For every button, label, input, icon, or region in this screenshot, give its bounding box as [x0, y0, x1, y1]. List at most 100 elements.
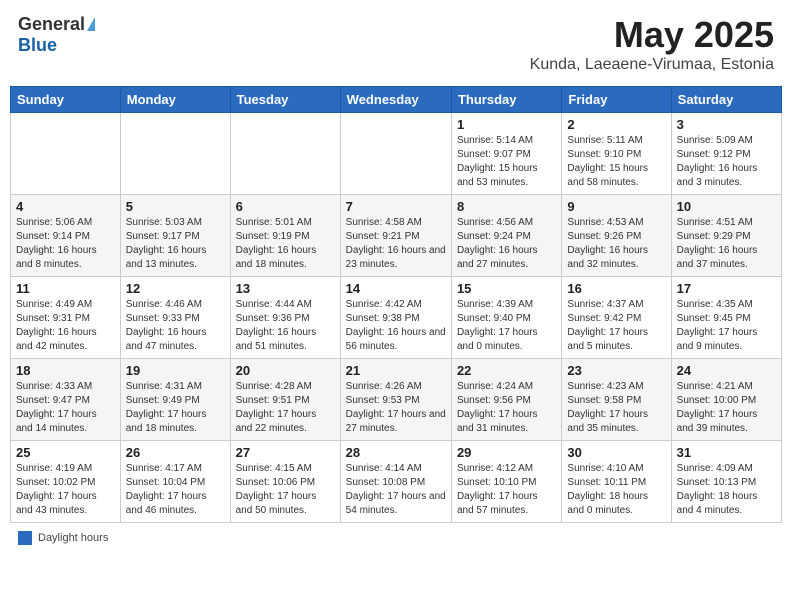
calendar-cell — [230, 113, 340, 195]
legend-label: Daylight hours — [38, 532, 108, 544]
day-info: Sunrise: 4:21 AM Sunset: 10:00 PM Daylig… — [677, 380, 776, 436]
day-info: Sunrise: 5:06 AM Sunset: 9:14 PM Dayligh… — [16, 216, 115, 272]
calendar-cell: 12Sunrise: 4:46 AM Sunset: 9:33 PM Dayli… — [120, 277, 230, 359]
calendar-table: SundayMondayTuesdayWednesdayThursdayFrid… — [10, 86, 782, 523]
calendar-cell: 10 Sunrise: 4:51 AM Sunset: 9:29 PM Dayli… — [671, 195, 781, 277]
day-info: Sunrise: 4:26 AM Sunset: 9:53 PM Dayligh… — [346, 380, 446, 436]
day-number: 6 — [236, 199, 335, 214]
day-number: 8 — [457, 199, 556, 214]
day-info: Sunrise: 5:03 AM Sunset: 9:17 PM Dayligh… — [126, 216, 225, 272]
weekday-header-monday: Monday — [120, 87, 230, 113]
day-number: 26 — [126, 445, 225, 460]
day-number: 17 — [677, 281, 776, 296]
day-number: 10 — [677, 199, 776, 214]
day-number: 11 — [16, 281, 115, 296]
day-info: Sunrise: 4:42 AM Sunset: 9:38 PM Dayligh… — [346, 298, 446, 354]
calendar-week-4: 18Sunrise: 4:33 AM Sunset: 9:47 PM Dayli… — [11, 359, 782, 441]
day-number: 22 — [457, 363, 556, 378]
day-number: 3 — [677, 117, 776, 132]
day-number: 27 — [236, 445, 335, 460]
calendar-cell: 20Sunrise: 4:28 AM Sunset: 9:51 PM Dayli… — [230, 359, 340, 441]
calendar-cell: 9Sunrise: 4:53 AM Sunset: 9:26 PM Daylig… — [562, 195, 671, 277]
day-number: 16 — [567, 281, 665, 296]
day-number: 29 — [457, 445, 556, 460]
calendar-cell: 13 Sunrise: 4:44 AM Sunset: 9:36 PM Dayli… — [230, 277, 340, 359]
calendar-cell: 17 Sunrise: 4:35 AM Sunset: 9:45 PM Dayli… — [671, 277, 781, 359]
day-info: Sunrise: 4:15 AM Sunset: 10:06 PM Daylig… — [236, 462, 335, 518]
day-info: Sunrise: 4:35 AM Sunset: 9:45 PM Dayligh… — [677, 298, 776, 354]
weekday-header-wednesday: Wednesday — [340, 87, 451, 113]
weekday-header-row: SundayMondayTuesdayWednesdayThursdayFrid… — [11, 87, 782, 113]
day-number: 14 — [346, 281, 446, 296]
legend-box — [18, 531, 32, 545]
day-number: 18 — [16, 363, 115, 378]
day-number: 31 — [677, 445, 776, 460]
day-number: 7 — [346, 199, 446, 214]
weekday-header-tuesday: Tuesday — [230, 87, 340, 113]
calendar-cell: 29 Sunrise: 4:12 AM Sunset: 10:10 PM Dayl… — [451, 441, 561, 523]
day-info: Sunrise: 4:51 AM Sunset: 9:29 PM Dayligh… — [677, 216, 776, 272]
calendar-cell: 11 Sunrise: 4:49 AM Sunset: 9:31 PM Dayli… — [11, 277, 121, 359]
calendar-cell: 23Sunrise: 4:23 AM Sunset: 9:58 PM Dayli… — [562, 359, 671, 441]
day-info: Sunrise: 4:17 AM Sunset: 10:04 PM Daylig… — [126, 462, 225, 518]
day-info: Sunrise: 4:19 AM Sunset: 10:02 PM Daylig… — [16, 462, 115, 518]
day-info: Sunrise: 4:24 AM Sunset: 9:56 PM Dayligh… — [457, 380, 556, 436]
day-info: Sunrise: 5:14 AM Sunset: 9:07 PM Dayligh… — [457, 134, 556, 190]
day-number: 15 — [457, 281, 556, 296]
calendar-week-1: 1 Sunrise: 5:14 AM Sunset: 9:07 PM Daylig… — [11, 113, 782, 195]
day-info: Sunrise: 4:37 AM Sunset: 9:42 PM Dayligh… — [567, 298, 665, 354]
day-number: 1 — [457, 117, 556, 132]
logo: General Blue — [18, 14, 95, 56]
calendar-week-5: 25 Sunrise: 4:19 AM Sunset: 10:02 PM Dayl… — [11, 441, 782, 523]
day-info: Sunrise: 4:39 AM Sunset: 9:40 PM Dayligh… — [457, 298, 556, 354]
calendar-cell: 7 Sunrise: 4:58 AM Sunset: 9:21 PM Daylig… — [340, 195, 451, 277]
weekday-header-friday: Friday — [562, 87, 671, 113]
calendar-cell: 22 Sunrise: 4:24 AM Sunset: 9:56 PM Dayli… — [451, 359, 561, 441]
day-number: 12 — [126, 281, 225, 296]
day-number: 24 — [677, 363, 776, 378]
header: General Blue May 2025 Kunda, Laeaene-Vir… — [10, 10, 782, 78]
calendar-cell — [11, 113, 121, 195]
calendar-cell: 1 Sunrise: 5:14 AM Sunset: 9:07 PM Daylig… — [451, 113, 561, 195]
day-number: 4 — [16, 199, 115, 214]
calendar-cell: 18Sunrise: 4:33 AM Sunset: 9:47 PM Dayli… — [11, 359, 121, 441]
day-info: Sunrise: 4:14 AM Sunset: 10:08 PM Daylig… — [346, 462, 446, 518]
calendar-cell: 5Sunrise: 5:03 AM Sunset: 9:17 PM Daylig… — [120, 195, 230, 277]
day-info: Sunrise: 5:11 AM Sunset: 9:10 PM Dayligh… — [567, 134, 665, 190]
footer: Daylight hours — [10, 529, 782, 547]
calendar-week-2: 4 Sunrise: 5:06 AM Sunset: 9:14 PM Daylig… — [11, 195, 782, 277]
day-number: 25 — [16, 445, 115, 460]
day-info: Sunrise: 4:12 AM Sunset: 10:10 PM Daylig… — [457, 462, 556, 518]
day-info: Sunrise: 4:58 AM Sunset: 9:21 PM Dayligh… — [346, 216, 446, 272]
calendar-cell: 28 Sunrise: 4:14 AM Sunset: 10:08 PM Dayl… — [340, 441, 451, 523]
calendar-cell: 24 Sunrise: 4:21 AM Sunset: 10:00 PM Dayl… — [671, 359, 781, 441]
calendar-cell: 6 Sunrise: 5:01 AM Sunset: 9:19 PM Daylig… — [230, 195, 340, 277]
day-number: 21 — [346, 363, 446, 378]
calendar-cell: 3Sunrise: 5:09 AM Sunset: 9:12 PM Daylig… — [671, 113, 781, 195]
weekday-header-thursday: Thursday — [451, 87, 561, 113]
day-number: 30 — [567, 445, 665, 460]
day-info: Sunrise: 4:28 AM Sunset: 9:51 PM Dayligh… — [236, 380, 335, 436]
month-title: May 2025 — [530, 14, 774, 56]
day-info: Sunrise: 5:01 AM Sunset: 9:19 PM Dayligh… — [236, 216, 335, 272]
day-info: Sunrise: 4:44 AM Sunset: 9:36 PM Dayligh… — [236, 298, 335, 354]
day-info: Sunrise: 4:49 AM Sunset: 9:31 PM Dayligh… — [16, 298, 115, 354]
calendar-cell: 30Sunrise: 4:10 AM Sunset: 10:11 PM Dayl… — [562, 441, 671, 523]
day-number: 19 — [126, 363, 225, 378]
calendar-cell: 26 Sunrise: 4:17 AM Sunset: 10:04 PM Dayl… — [120, 441, 230, 523]
day-number: 28 — [346, 445, 446, 460]
calendar-cell: 16 Sunrise: 4:37 AM Sunset: 9:42 PM Dayli… — [562, 277, 671, 359]
day-number: 2 — [567, 117, 665, 132]
calendar-cell: 31Sunrise: 4:09 AM Sunset: 10:13 PM Dayl… — [671, 441, 781, 523]
logo-triangle-icon — [87, 17, 95, 31]
calendar-cell: 19Sunrise: 4:31 AM Sunset: 9:49 PM Dayli… — [120, 359, 230, 441]
calendar-cell: 25 Sunrise: 4:19 AM Sunset: 10:02 PM Dayl… — [11, 441, 121, 523]
calendar-cell: 8 Sunrise: 4:56 AM Sunset: 9:24 PM Daylig… — [451, 195, 561, 277]
logo-general-text: General — [18, 14, 85, 35]
day-info: Sunrise: 4:56 AM Sunset: 9:24 PM Dayligh… — [457, 216, 556, 272]
calendar-cell: 14 Sunrise: 4:42 AM Sunset: 9:38 PM Dayli… — [340, 277, 451, 359]
day-number: 23 — [567, 363, 665, 378]
calendar-cell: 4 Sunrise: 5:06 AM Sunset: 9:14 PM Daylig… — [11, 195, 121, 277]
day-number: 13 — [236, 281, 335, 296]
calendar-cell — [120, 113, 230, 195]
